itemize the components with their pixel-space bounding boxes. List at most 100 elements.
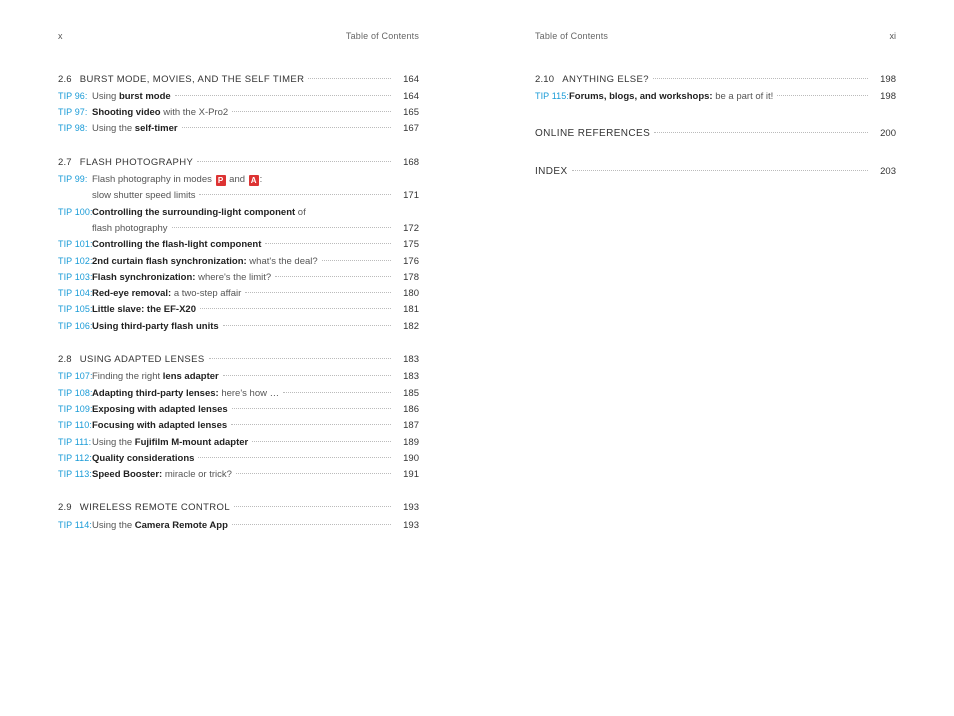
section-title: FLASH PHOTOGRAPHY — [80, 156, 193, 169]
toc-left-column: 2.6 BURST MODE, MOVIES, AND THE SELF TIME… — [58, 73, 419, 532]
page-ref: 171 — [395, 189, 419, 202]
leader-dots — [653, 78, 868, 79]
tip-text: Using the Camera Remote App — [92, 519, 228, 532]
leader-dots — [232, 111, 391, 112]
leader-dots — [572, 170, 868, 171]
toc-tip: TIP 106:Using third-party flash units182 — [58, 320, 419, 333]
tip-label: TIP 111: — [58, 436, 92, 449]
tip-label: TIP 108: — [58, 387, 92, 400]
tip-text: Focusing with adapted lenses — [92, 419, 227, 432]
toc-tip: TIP 115:Forums, blogs, and workshops: be… — [535, 90, 896, 103]
leader-dots — [265, 243, 391, 244]
page-ref: 178 — [395, 271, 419, 284]
page-ref: 164 — [395, 90, 419, 103]
tip-label: TIP 105: — [58, 303, 92, 316]
section-number: 2.7 — [58, 156, 72, 169]
tip-label: TIP 104: — [58, 287, 92, 300]
toc-tip: TIP 104:Red-eye removal: a two-step affa… — [58, 287, 419, 300]
page-ref: 168 — [395, 156, 419, 169]
mode-badge-p: P — [216, 175, 226, 186]
leader-dots — [654, 132, 868, 133]
page-ref: 180 — [395, 287, 419, 300]
tip-label: TIP 101: — [58, 238, 92, 251]
toc-tip: TIP 111:Using the Fujifilm M-mount adapt… — [58, 436, 419, 449]
page-number-right: xi — [890, 30, 897, 43]
leader-dots — [231, 424, 391, 425]
tip-label: TIP 106: — [58, 320, 92, 333]
leader-dots — [283, 392, 391, 393]
leader-dots — [199, 194, 391, 195]
tip-text: 2nd curtain flash synchronization: what'… — [92, 255, 318, 268]
page-ref: 176 — [395, 255, 419, 268]
toc-tip: TIP 113:Speed Booster: miracle or trick?… — [58, 468, 419, 481]
tip-text: Using the Fujifilm M-mount adapter — [92, 436, 248, 449]
leader-dots — [200, 308, 391, 309]
page-ref: 200 — [872, 127, 896, 140]
tip-text: Flash photography in modes P and A: — [92, 173, 262, 186]
leader-dots — [182, 127, 391, 128]
page-ref: 190 — [395, 452, 419, 465]
leader-dots — [198, 457, 391, 458]
page-number-left: x — [58, 30, 63, 43]
tip-text: Using third-party flash units — [92, 320, 219, 333]
tip-label: TIP 110: — [58, 419, 92, 432]
page-ref: 198 — [872, 73, 896, 86]
section-title: WIRELESS REMOTE CONTROL — [80, 501, 230, 514]
toc-tip: TIP 109:Exposing with adapted lenses186 — [58, 403, 419, 416]
tip-label: TIP 114: — [58, 519, 92, 532]
toc-tip: TIP 97:Shooting video with the X-Pro2165 — [58, 106, 419, 119]
toc-reference: ONLINE REFERENCES200 — [535, 127, 896, 141]
toc-section: 2.7 FLASH PHOTOGRAPHY 168 — [58, 156, 419, 169]
toc-section: 2.10 ANYTHING ELSE? 198 — [535, 73, 896, 86]
leader-dots — [172, 227, 391, 228]
page-ref: 187 — [395, 419, 419, 432]
leader-dots — [252, 441, 391, 442]
toc-reference: INDEX203 — [535, 165, 896, 179]
tip-label: TIP 98: — [58, 122, 92, 135]
page-right: Table of Contents xi 2.10 ANYTHING ELSE? 1… — [477, 0, 954, 716]
section-number: 2.6 — [58, 73, 72, 86]
toc-tip: TIP 101:Controlling the flash-light comp… — [58, 238, 419, 251]
tip-label: TIP 115: — [535, 90, 569, 103]
tip-text: Exposing with adapted lenses — [92, 403, 228, 416]
page-left: x Table of Contents 2.6BURST MODE, MOVIE… — [0, 0, 477, 716]
toc-tip: TIP 107:Finding the right lens adapter 18… — [58, 370, 419, 383]
page-ref: 198 — [872, 90, 896, 103]
leader-dots — [245, 292, 391, 293]
page-ref: 193 — [395, 519, 419, 532]
toc-tip: TIP 98:Using the self-timer167 — [58, 122, 419, 135]
section-number: 2.9 — [58, 501, 72, 514]
toc-tip: TIP 96:Using burst mode164 — [58, 90, 419, 103]
tip-subtext: slow shutter speed limits — [92, 189, 195, 202]
tip-label: TIP 99: — [58, 173, 92, 186]
page-ref: 189 — [395, 436, 419, 449]
section-number: 2.10 — [535, 73, 554, 86]
leader-dots — [223, 375, 391, 376]
page-ref: 183 — [395, 370, 419, 383]
tip-text: Shooting video with the X-Pro2 — [92, 106, 228, 119]
leader-dots — [232, 524, 391, 525]
tip-label: TIP 97: — [58, 106, 92, 119]
header-right: Table of Contents xi — [535, 30, 896, 43]
tip-label: TIP 96: — [58, 90, 92, 103]
tip-text: Quality considerations — [92, 452, 194, 465]
toc-tip: TIP 110:Focusing with adapted lenses 187 — [58, 419, 419, 432]
leader-dots — [209, 358, 391, 359]
leader-dots — [308, 78, 391, 79]
toc-section: 2.9WIRELESS REMOTE CONTROL193 — [58, 501, 419, 514]
section-number: 2.8 — [58, 353, 72, 366]
page-ref: 167 — [395, 122, 419, 135]
tip-subtext-row: flash photography172 — [92, 222, 419, 235]
page-ref: 175 — [395, 238, 419, 251]
toc-tip: TIP 105:Little slave: the EF-X20181 — [58, 303, 419, 316]
tip-text: Finding the right lens adapter — [92, 370, 219, 383]
toc-section: 2.6 BURST MODE, MOVIES, AND THE SELF TIME… — [58, 73, 419, 86]
section-title: BURST MODE, MOVIES, AND THE SELF TIMER — [80, 73, 305, 86]
page-ref: 181 — [395, 303, 419, 316]
toc-tip: TIP 103:Flash synchronization: where's t… — [58, 271, 419, 284]
leader-dots — [197, 161, 391, 162]
leader-dots — [232, 408, 391, 409]
tip-label: TIP 107: — [58, 370, 92, 383]
leader-dots — [236, 473, 391, 474]
section-title: ANYTHING ELSE? — [562, 73, 649, 86]
